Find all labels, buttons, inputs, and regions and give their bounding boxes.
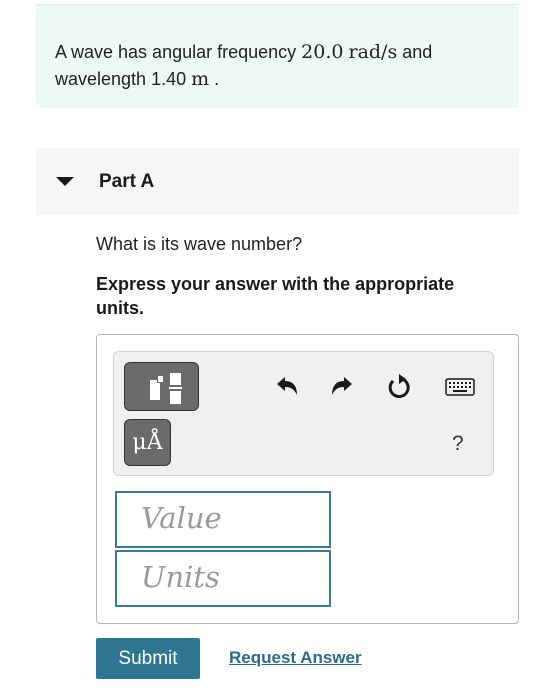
question-text: What is its wave number? [96, 234, 303, 254]
problem-text-end: . [209, 69, 220, 89]
submit-button[interactable]: Submit [96, 638, 200, 679]
undo-icon[interactable] [273, 373, 301, 401]
units-input[interactable]: Units [115, 550, 331, 607]
help-button[interactable]: ? [452, 432, 464, 456]
angular-frequency-value: 20.0 [301, 41, 344, 63]
problem-text: A wave has angular frequency 20.0 rad/s … [55, 39, 495, 93]
template-button[interactable] [124, 362, 199, 411]
collapse-caret-icon[interactable] [56, 177, 74, 186]
part-a-header[interactable]: Part A [36, 148, 519, 215]
value-input[interactable]: Value [115, 491, 331, 548]
request-answer-link[interactable]: Request Answer [229, 648, 362, 668]
answer-box: μÅ ? Value Units [96, 334, 519, 624]
wavelength-value: 1.40 [151, 69, 187, 89]
problem-text-intro: A wave has angular frequency [55, 42, 302, 62]
angular-frequency-unit: rad/s [348, 41, 398, 63]
math-toolbar: μÅ ? [113, 351, 494, 476]
part-title: Part A [99, 171, 155, 192]
keyboard-icon[interactable] [445, 373, 475, 401]
wavelength-unit: m [191, 68, 210, 90]
problem-statement: A wave has angular frequency 20.0 rad/s … [36, 4, 519, 108]
reset-icon[interactable] [385, 373, 413, 401]
redo-icon[interactable] [328, 373, 356, 401]
units-button[interactable]: μÅ [124, 419, 171, 466]
answer-instruction: Express your answer with the appropriate… [96, 274, 455, 318]
